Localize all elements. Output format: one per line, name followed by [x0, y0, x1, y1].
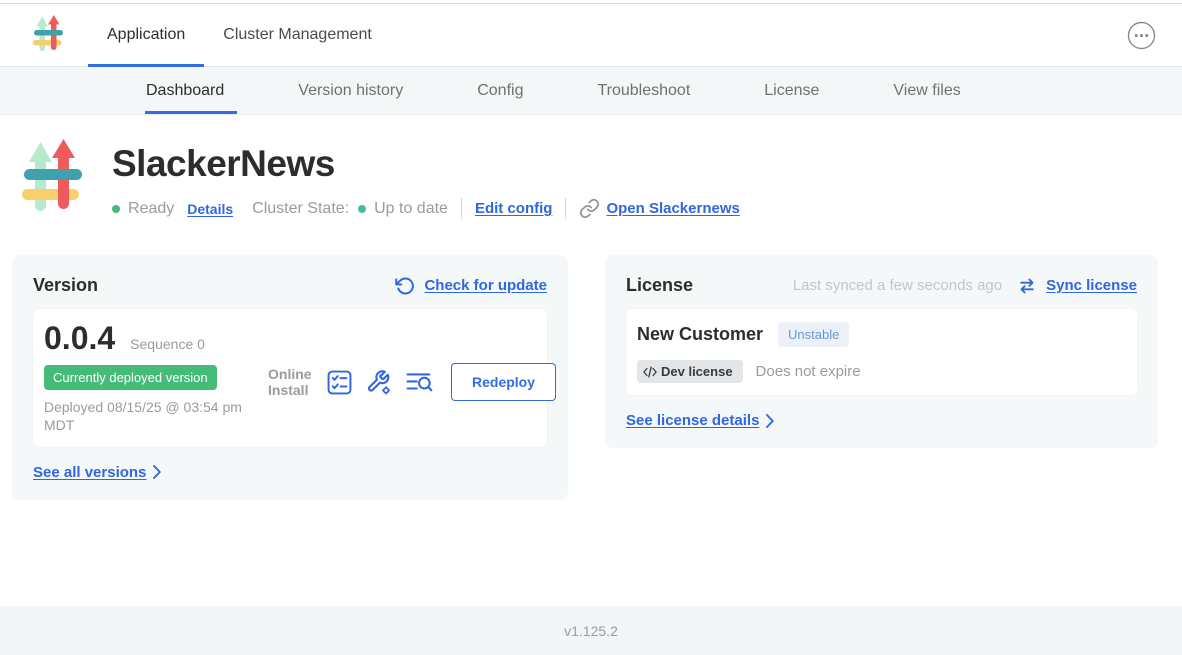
- chevron-right-icon: [153, 465, 161, 479]
- tab-application[interactable]: Application: [88, 4, 204, 66]
- app-icon-large: [22, 139, 82, 219]
- cluster-state-value: Up to date: [374, 200, 448, 218]
- license-card-header: License Last synced a few seconds ago Sy…: [626, 275, 1137, 296]
- app-status-text: Ready: [128, 200, 174, 218]
- license-type-label: Dev license: [661, 364, 733, 379]
- cluster-state-label: Cluster State:: [252, 200, 349, 218]
- view-logs-button[interactable]: [405, 369, 434, 395]
- open-slackernews-link[interactable]: Open Slackernews: [606, 200, 739, 217]
- code-icon: [643, 366, 657, 378]
- console-version-text: v1.125.2: [564, 623, 618, 639]
- status-details-link[interactable]: Details: [187, 201, 233, 217]
- subnav-tab-dashboard[interactable]: Dashboard: [146, 67, 224, 114]
- preflight-checks-button[interactable]: [327, 370, 352, 395]
- install-type-label: Online Install: [268, 366, 314, 398]
- admin-console-page: Application Cluster Management Dashboard…: [0, 0, 1182, 655]
- see-all-versions-link[interactable]: See all versions: [33, 464, 161, 481]
- version-card: Version Check for update 0.0.4: [12, 255, 568, 500]
- app-header: Application Cluster Management: [0, 4, 1182, 67]
- version-number-row: 0.0.4 Sequence 0: [44, 322, 536, 354]
- divider: [565, 198, 566, 219]
- current-version-panel: 0.0.4 Sequence 0 Currently deployed vers…: [33, 309, 547, 447]
- version-card-header: Version Check for update: [33, 275, 547, 296]
- subnav-tab-view-files[interactable]: View files: [893, 67, 960, 114]
- license-panel: New Customer Unstable: [626, 309, 1137, 395]
- sync-arrows-icon: [1017, 276, 1037, 296]
- sync-license-group: Last synced a few seconds ago Sync licen…: [793, 276, 1137, 296]
- license-card-title: License: [626, 275, 693, 296]
- version-deploy-info: Currently deployed version Deployed 08/1…: [44, 365, 268, 435]
- hero-body: SlackerNews Ready Details Cluster State:…: [112, 139, 740, 219]
- open-app-link-group: Open Slackernews: [579, 198, 739, 219]
- subnav-tab-license[interactable]: License: [764, 67, 819, 114]
- deployed-timestamp: Deployed 08/15/25 @ 03:54 pm MDT: [44, 398, 262, 435]
- subnav-tab-config[interactable]: Config: [477, 67, 523, 114]
- tab-cluster-management[interactable]: Cluster Management: [204, 4, 391, 66]
- check-for-update-link[interactable]: Check for update: [424, 277, 547, 294]
- more-options-button[interactable]: [1126, 20, 1156, 50]
- refresh-icon: [395, 276, 415, 296]
- primary-nav: Application Cluster Management: [88, 4, 391, 66]
- redeploy-button[interactable]: Redeploy: [451, 363, 556, 401]
- wrench-gear-icon: [365, 369, 392, 396]
- last-synced-text: Last synced a few seconds ago: [793, 277, 1002, 294]
- page-title: SlackerNews: [112, 143, 740, 185]
- customer-row: New Customer Unstable: [637, 322, 1126, 347]
- license-type-tag: Dev license: [637, 360, 743, 383]
- divider: [461, 198, 462, 219]
- edit-config-button[interactable]: [365, 369, 392, 396]
- ellipsis-circle-icon: [1127, 21, 1156, 50]
- chevron-right-icon: [766, 414, 774, 428]
- app-subnav: Dashboard Version history Config Trouble…: [0, 67, 1182, 115]
- check-update-group: Check for update: [395, 276, 547, 296]
- app-ready-dot: [112, 205, 120, 213]
- subnav-tab-troubleshoot[interactable]: Troubleshoot: [597, 67, 690, 114]
- app-logo-icon: [33, 15, 63, 55]
- console-footer: v1.125.2: [0, 606, 1182, 655]
- version-card-title: Version: [33, 275, 98, 296]
- channel-badge: Unstable: [778, 322, 849, 347]
- checklist-icon: [327, 370, 352, 395]
- dashboard-cards: Version Check for update 0.0.4: [12, 255, 1158, 500]
- customer-name: New Customer: [637, 324, 763, 345]
- log-search-icon: [405, 369, 434, 395]
- app-hero: SlackerNews Ready Details Cluster State:…: [0, 115, 1182, 219]
- dashboard-main: SlackerNews Ready Details Cluster State:…: [0, 115, 1182, 606]
- see-license-details-link[interactable]: See license details: [626, 412, 774, 429]
- subnav-tab-version-history[interactable]: Version history: [298, 67, 403, 114]
- version-number: 0.0.4: [44, 322, 115, 354]
- version-actions: Online Install: [268, 363, 556, 401]
- app-status-row: Ready Details Cluster State: Up to date …: [112, 198, 740, 219]
- sync-license-link[interactable]: Sync license: [1046, 277, 1137, 294]
- license-type-row: Dev license Does not expire: [637, 360, 1126, 383]
- edit-config-link[interactable]: Edit config: [475, 200, 553, 217]
- version-detail-row: Currently deployed version Deployed 08/1…: [44, 365, 536, 435]
- license-expiry: Does not expire: [756, 363, 861, 380]
- license-card: License Last synced a few seconds ago Sy…: [605, 255, 1158, 448]
- see-all-versions-label: See all versions: [33, 464, 146, 481]
- cluster-state-dot: [358, 205, 366, 213]
- see-license-details-label: See license details: [626, 412, 759, 429]
- link-chain-icon: [579, 198, 600, 219]
- deployed-version-badge: Currently deployed version: [44, 365, 217, 390]
- version-sequence: Sequence 0: [130, 336, 205, 352]
